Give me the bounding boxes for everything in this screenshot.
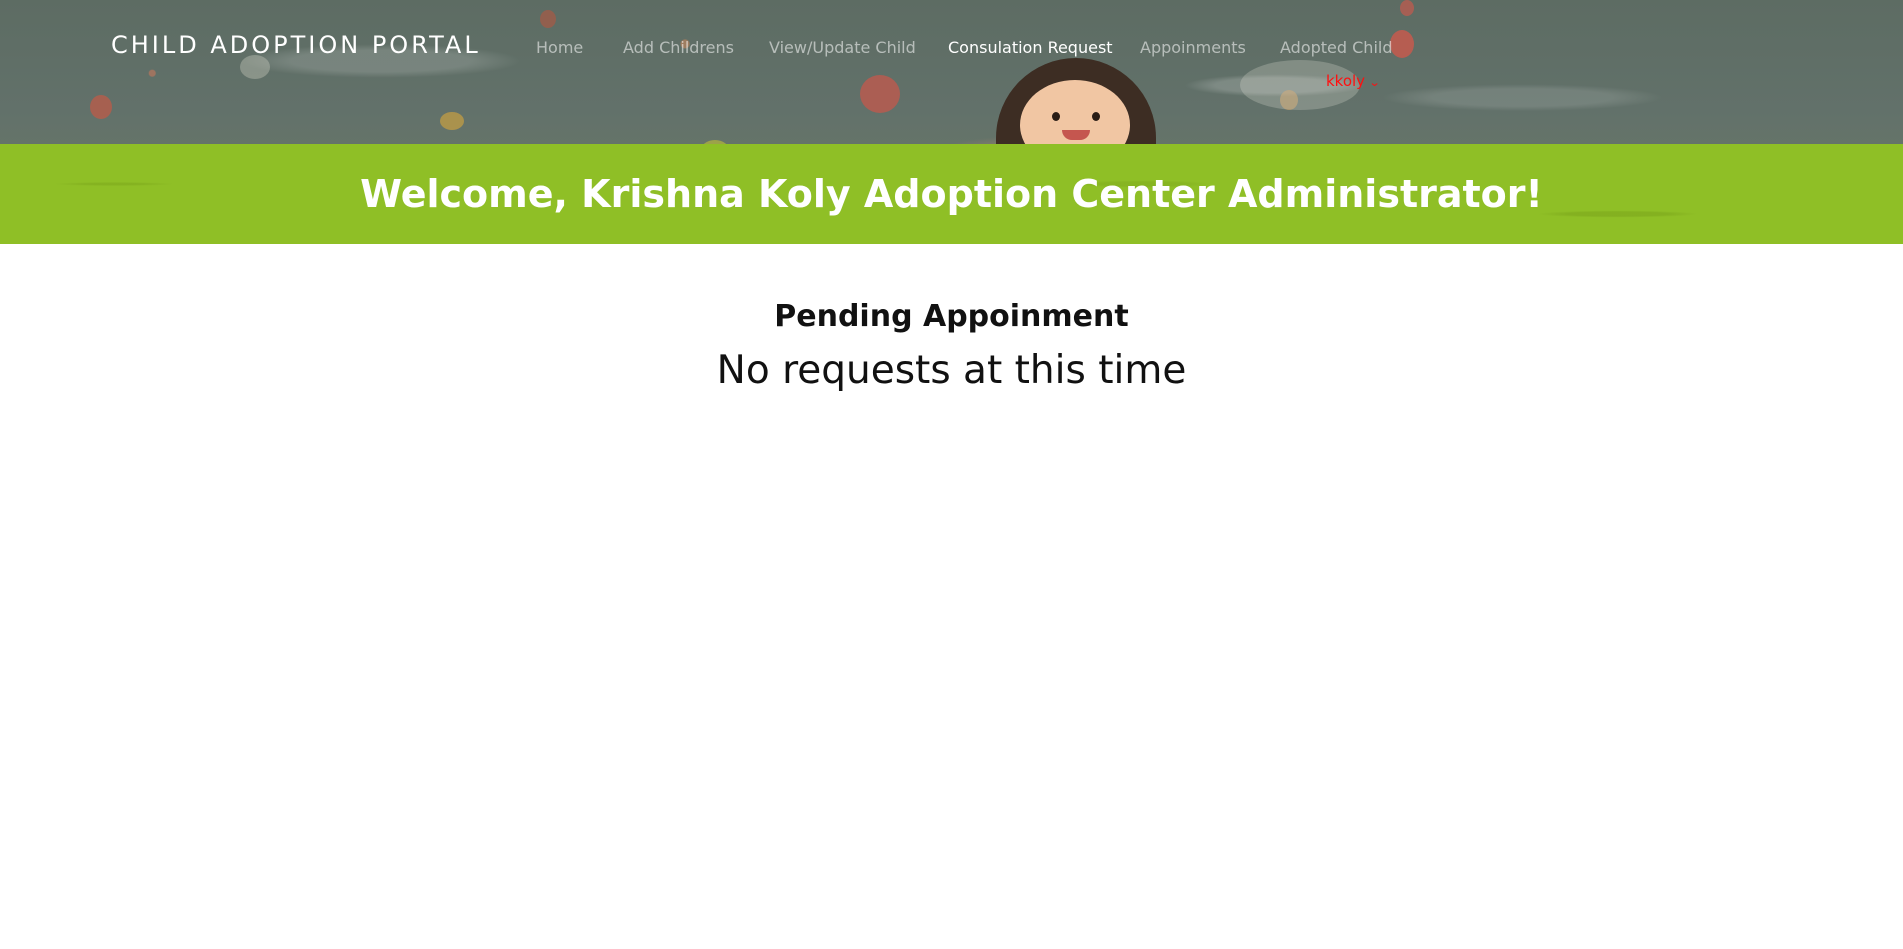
hero-header: CHILD ADOPTION PORTAL Home Add Childrens… <box>0 0 1903 244</box>
user-name: kkoly <box>1326 72 1366 90</box>
pending-appointment-heading: Pending Appoinment <box>774 299 1129 334</box>
empty-state-message: No requests at this time <box>716 348 1187 393</box>
main-content: Pending Appoinment No requests at this t… <box>0 244 1903 395</box>
nav-adopted-child[interactable]: Adopted Child <box>1280 38 1392 57</box>
top-navbar: CHILD ADOPTION PORTAL Home Add Childrens… <box>0 0 1903 144</box>
chevron-down-icon: ⌄ <box>1368 76 1381 89</box>
welcome-title: Welcome, Krishna Koly Adoption Center Ad… <box>360 172 1543 216</box>
nav-consultation-request[interactable]: Consulation Request <box>948 38 1113 57</box>
nav-home[interactable]: Home <box>536 38 583 57</box>
user-menu-dropdown[interactable]: kkoly ⌄ <box>1326 72 1381 90</box>
nav-add-childrens[interactable]: Add Childrens <box>623 38 734 57</box>
site-brand[interactable]: CHILD ADOPTION PORTAL <box>111 31 481 59</box>
nav-view-update-child[interactable]: View/Update Child <box>769 38 916 57</box>
welcome-banner: Welcome, Krishna Koly Adoption Center Ad… <box>0 144 1903 244</box>
nav-appointments[interactable]: Appoinments <box>1140 38 1246 57</box>
